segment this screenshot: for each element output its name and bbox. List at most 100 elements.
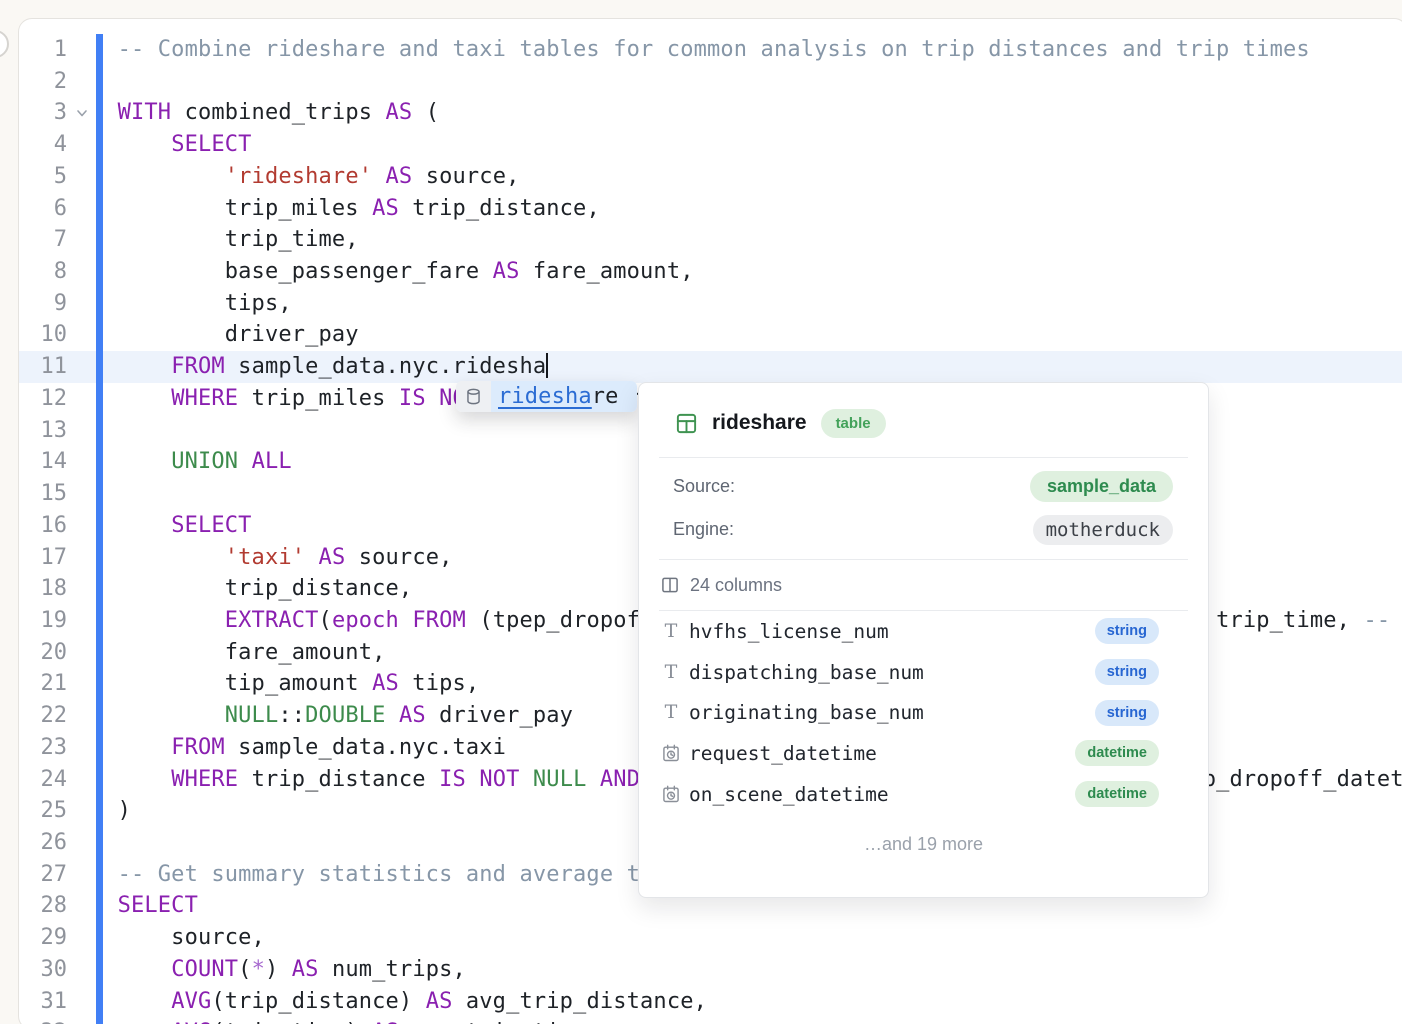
line-number: 24 [19, 764, 67, 796]
line-number: 15 [19, 478, 67, 510]
table-info-popup: rideshare table Source: sample_data Engi… [638, 382, 1209, 898]
line-number: 22 [19, 700, 67, 732]
code-line[interactable]: 9 tips, [19, 288, 1402, 320]
code-line-text: trip_time, [118, 224, 1402, 256]
line-number: 9 [19, 288, 67, 320]
code-line[interactable]: 32 AVG(trip_time) AS avg_trip_time, [19, 1017, 1402, 1024]
code-line[interactable]: 30 COUNT(*) AS num_trips, [19, 954, 1402, 986]
autocomplete-dropdown: rideshare [456, 381, 637, 412]
line-number: 14 [19, 446, 67, 478]
line-number: 4 [19, 129, 67, 161]
popup-header: rideshare table [639, 383, 1208, 457]
popup-properties: Source: sample_data Engine: motherduck [639, 458, 1208, 559]
code-line[interactable]: 31 AVG(trip_distance) AS avg_trip_distan… [19, 986, 1402, 1018]
table-icon [675, 412, 698, 435]
column-row: Thvfhs_license_num string [639, 611, 1208, 652]
engine-label: Engine: [673, 519, 734, 540]
suggestion-rest-text: re [592, 384, 619, 409]
line-number: 6 [19, 193, 67, 225]
code-line[interactable]: 8 base_passenger_fare AS fare_amount, [19, 256, 1402, 288]
source-value-badge: sample_data [1030, 471, 1173, 502]
line-number: 17 [19, 542, 67, 574]
column-name: originating_base_num [689, 701, 924, 724]
text-type-icon: T [661, 703, 681, 722]
code-line-text: tips, [118, 288, 1402, 320]
changed-lines-bar [96, 34, 103, 1024]
columns-count-row: 24 columns [639, 560, 1208, 610]
line-number: 10 [19, 319, 67, 351]
text-type-icon: T [661, 622, 681, 641]
line-number: 11 [19, 351, 67, 383]
table-type-badge: table [821, 409, 886, 438]
line-number: 30 [19, 954, 67, 986]
code-line[interactable]: 11 FROM sample_data.nyc.ridesha [19, 351, 1402, 383]
calendar-clock-icon [661, 743, 681, 763]
line-number: 19 [19, 605, 67, 637]
line-number: 8 [19, 256, 67, 288]
column-row: Tdispatching_base_numstring [639, 652, 1208, 693]
suggestion-matched-text: ridesha [498, 384, 592, 409]
line-number: 26 [19, 827, 67, 859]
column-type-badge: datetime [1075, 740, 1159, 766]
code-line[interactable]: 6 trip_miles AS trip_distance, [19, 193, 1402, 225]
line-number: 7 [19, 224, 67, 256]
sql-editor-page: { "colors": { "page-bg": "#faf8f4", "bar… [0, 0, 1402, 1024]
code-line[interactable]: 10 driver_pay [19, 319, 1402, 351]
column-name: request_datetime [689, 742, 877, 765]
column-row: on_scene_datetime datetime [639, 774, 1208, 815]
code-line-text: base_passenger_fare AS fare_amount, [118, 256, 1402, 288]
line-number: 21 [19, 668, 67, 700]
partial-avatar-circle [0, 30, 9, 58]
columns-icon [660, 575, 680, 595]
editor-card: 1 -- Combine rideshare and taxi tables fo… [18, 18, 1402, 1024]
source-label: Source: [673, 476, 735, 497]
code-line-text: source, [118, 922, 1402, 954]
code-line-text: AVG(trip_time) AS avg_trip_time, [118, 1017, 1402, 1024]
column-type-badge: string [1095, 700, 1159, 726]
line-number: 3 [19, 97, 67, 129]
code-line-text: AVG(trip_distance) AS avg_trip_distance, [118, 986, 1402, 1018]
code-line[interactable]: 1 -- Combine rideshare and taxi tables fo… [19, 34, 1402, 66]
text-type-icon: T [661, 663, 681, 682]
code-line-text: COUNT(*) AS num_trips, [118, 954, 1402, 986]
code-line[interactable]: 4 SELECT [19, 129, 1402, 161]
source-row: Source: sample_data [639, 465, 1208, 508]
column-name: hvfhs_license_num [689, 620, 889, 643]
column-row: Toriginating_base_num string [639, 692, 1208, 733]
columns-list: Thvfhs_license_numstringTdispatching_bas… [639, 611, 1208, 814]
line-number: 13 [19, 415, 67, 447]
code-line-text: driver_pay [118, 319, 1402, 351]
line-number: 16 [19, 510, 67, 542]
columns-count-text: 24 columns [690, 575, 782, 596]
fold-chevron-down-icon[interactable] [75, 106, 89, 120]
line-number: 25 [19, 795, 67, 827]
column-name: on_scene_datetime [689, 783, 889, 806]
column-row: request_datetime datetime [639, 733, 1208, 774]
line-number: 27 [19, 859, 67, 891]
popup-table-name: rideshare [712, 411, 807, 435]
line-number: 32 [19, 1017, 67, 1024]
column-type-badge: string [1095, 659, 1159, 685]
code-line[interactable]: 7 trip_time, [19, 224, 1402, 256]
code-line-text: trip_miles AS trip_distance, [118, 193, 1402, 225]
code-line-text: 'rideshare' AS source, [118, 161, 1402, 193]
engine-value-badge: motherduck [1033, 515, 1173, 545]
code-line[interactable]: 2 [19, 66, 1402, 98]
database-icon [456, 381, 491, 412]
code-line-text: -- Combine rideshare and taxi tables for… [118, 34, 1402, 66]
line-number: 1 [19, 34, 67, 66]
code-line[interactable]: 3 WITH combined_trips AS ( [19, 97, 1402, 129]
code-line-text: WITH combined_trips AS ( [118, 97, 1402, 129]
line-number: 23 [19, 732, 67, 764]
engine-row: Engine: motherduck [639, 508, 1208, 551]
text-cursor [546, 353, 548, 378]
code-line[interactable]: 5 'rideshare' AS source, [19, 161, 1402, 193]
line-number: 31 [19, 986, 67, 1018]
code-line-text: SELECT [118, 129, 1402, 161]
line-number: 2 [19, 66, 67, 98]
suggestion-item-rideshare[interactable]: rideshare [491, 381, 637, 412]
column-type-badge: string [1095, 618, 1159, 644]
code-line[interactable]: 29 source, [19, 922, 1402, 954]
column-type-badge: datetime [1075, 781, 1159, 807]
line-number: 20 [19, 637, 67, 669]
